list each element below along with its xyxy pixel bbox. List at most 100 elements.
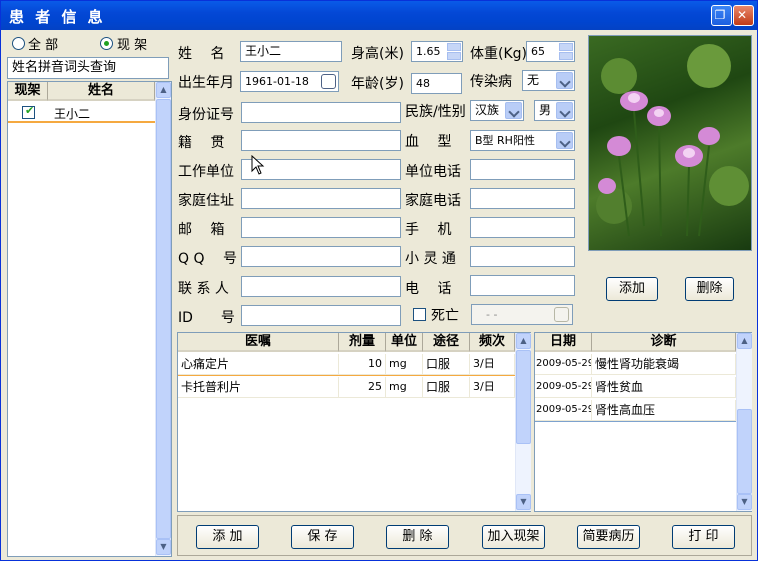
age-field[interactable]: 48 [411,73,462,94]
home-field[interactable] [241,188,401,209]
infect-select[interactable]: 无 [522,70,575,91]
calendar-icon[interactable] [554,307,569,322]
weight-field[interactable]: 65 [526,41,575,62]
age-label: 年龄(岁) [351,76,404,92]
maximize-button[interactable]: ❐ [711,5,732,26]
table-row[interactable]: 2009-05-29 肾性贫血 [535,377,736,399]
photo-add-button[interactable]: 添加 [606,277,658,301]
scroll-thumb[interactable] [516,350,531,444]
home-phone-field[interactable] [470,188,575,209]
diagnosis-scrollbar[interactable]: ▲ ▼ [736,333,752,511]
order-name: 卡托普利片 [178,377,339,398]
chevron-down-icon[interactable] [556,102,573,119]
height-field[interactable]: 1.65 [411,41,463,62]
diag-col-name[interactable]: 诊断 [592,333,736,352]
orders-col-route[interactable]: 途径 [423,333,470,352]
table-row[interactable]: 2009-05-29 慢性肾功能衰竭 [535,354,736,376]
col-current[interactable]: 现架 [8,82,48,101]
add-button[interactable]: 添 加 [196,525,259,549]
diagnosis-table[interactable]: 日期 诊断 2009-05-29 慢性肾功能衰竭 2009-05-29 肾性贫血… [534,332,752,512]
orders-col-freq[interactable]: 频次 [470,333,515,352]
weight-stepper[interactable] [559,43,573,60]
id-no-label: ID 号 [178,310,235,326]
scroll-up-icon[interactable]: ▲ [737,333,752,349]
diag-name: 肾性高血压 [592,400,736,421]
home-phone-label: 家庭电话 [405,193,461,209]
name-field[interactable]: 王小二 [240,41,342,62]
mobile-label: 手 机 [405,222,452,238]
orders-col-name[interactable]: 医嘱 [178,333,339,352]
gender-value: 男 [539,103,552,117]
nation-select[interactable]: 汉族 [470,100,524,121]
mobile-field[interactable] [470,217,575,238]
scroll-down-icon[interactable]: ▼ [156,539,171,555]
weight-label: 体重(Kg) [470,46,527,62]
table-row[interactable]: 心痛定片 10 mg 口服 3/日 [178,354,515,376]
orders-col-dose[interactable]: 剂量 [339,333,386,352]
delete-button[interactable]: 删 除 [386,525,449,549]
scroll-down-icon[interactable]: ▼ [516,494,531,510]
orders-col-unit[interactable]: 单位 [386,333,423,352]
scroll-thumb[interactable] [737,409,752,494]
diag-date: 2009-05-29 [535,354,592,375]
scroll-thumb[interactable] [156,99,171,539]
table-row[interactable]: 卡托普利片 25 mg 口服 3/日 [178,377,515,399]
list-item[interactable]: ✔ 王小二 [8,103,155,123]
contact-field[interactable] [241,276,401,297]
scroll-down-icon[interactable]: ▼ [737,494,752,510]
list-scrollbar[interactable]: ▲ ▼ [155,82,171,556]
orders-scrollbar[interactable]: ▲ ▼ [515,333,531,511]
left-panel: 全 部 现 架 姓名拼音词头查询 现架 姓名 ✔ 王小二 ▲ ▼ [4,31,172,557]
order-route: 口服 [423,377,470,398]
lingtong-field[interactable] [470,246,575,267]
summary-button[interactable]: 简要病历 [577,525,640,549]
origin-field[interactable] [241,130,401,151]
diag-col-date[interactable]: 日期 [535,333,592,352]
dob-value: 1961-01-18 [245,75,309,88]
patient-list[interactable]: 现架 姓名 ✔ 王小二 ▲ ▼ [7,81,172,557]
add-current-button[interactable]: 加入现架 [482,525,545,549]
photo-delete-button[interactable]: 删除 [685,277,734,301]
phone-field[interactable] [470,275,575,296]
table-row[interactable]: 2009-05-29 肾性高血压 [535,400,736,422]
order-freq: 3/日 [470,377,515,398]
diag-name: 慢性肾功能衰竭 [592,354,736,375]
email-field[interactable] [241,217,401,238]
diag-date: 2009-05-29 [535,400,592,421]
scroll-up-icon[interactable]: ▲ [156,82,171,98]
id-card-field[interactable] [241,102,401,123]
id-card-label: 身份证号 [178,107,234,123]
blood-value: B型 RH阳性 [475,134,535,147]
chevron-down-icon[interactable] [556,132,573,149]
search-input[interactable]: 姓名拼音词头查询 [7,57,169,79]
orders-table[interactable]: 医嘱 剂量 单位 途径 频次 心痛定片 10 mg 口服 3/日 卡托普利片 2… [177,332,531,512]
radio-dot-icon [104,41,109,46]
title-bar[interactable]: 患 者 信 息 ❐ ✕ [1,1,757,30]
close-button[interactable]: ✕ [733,5,754,26]
qq-field[interactable] [241,246,401,267]
order-dose: 10 [339,354,386,375]
height-stepper[interactable] [447,43,461,60]
id-no-field[interactable] [241,305,401,326]
current-checkbox[interactable]: ✔ [22,104,35,119]
height-value: 1.65 [416,45,441,58]
chevron-down-icon[interactable] [505,102,522,119]
patient-name: 王小二 [54,107,91,121]
print-button[interactable]: 打 印 [672,525,735,549]
dob-field[interactable]: 1961-01-18 [240,71,339,92]
save-button[interactable]: 保 存 [291,525,354,549]
work-field[interactable] [241,159,401,180]
lingtong-label: 小 灵 通 [405,251,456,267]
weight-value: 65 [531,45,545,58]
work-phone-field[interactable] [470,159,575,180]
col-name[interactable]: 姓名 [48,82,155,101]
dead-date-field[interactable]: - - [471,304,573,325]
scroll-up-icon[interactable]: ▲ [516,333,531,349]
gender-select[interactable]: 男 [534,100,575,121]
radio-all[interactable] [12,37,25,50]
blood-select[interactable]: B型 RH阳性 [470,130,575,151]
dead-checkbox[interactable] [413,308,426,321]
chevron-down-icon[interactable] [556,72,573,89]
calendar-icon[interactable] [321,74,336,89]
radio-current[interactable] [100,37,113,50]
